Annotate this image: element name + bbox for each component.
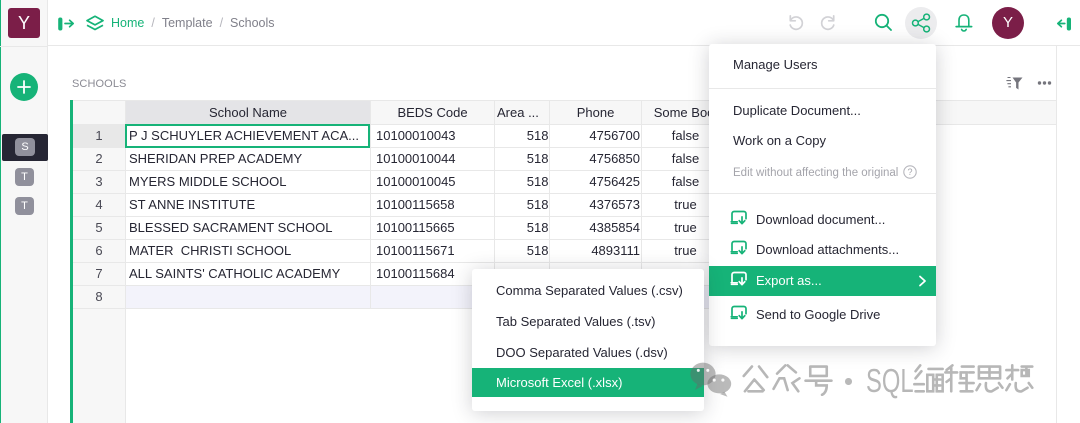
svg-text:?: ? — [907, 167, 912, 177]
